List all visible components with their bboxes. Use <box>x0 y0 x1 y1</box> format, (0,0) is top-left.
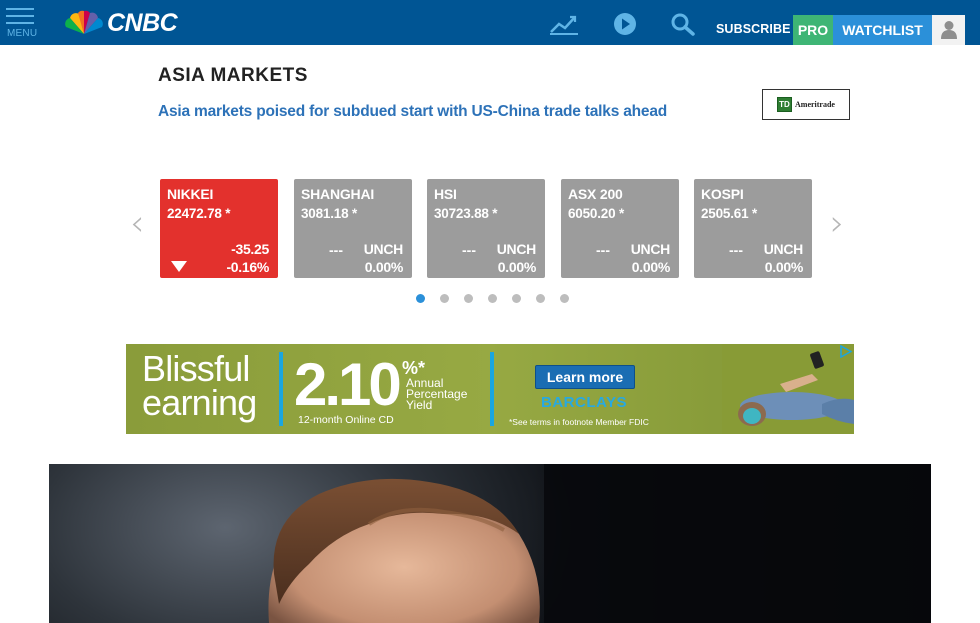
barclays-logo: BARCLAYS <box>541 394 627 411</box>
menu-label: MENU <box>7 28 38 39</box>
ad-choices-icon[interactable] <box>838 345 852 358</box>
market-name: KOSPI <box>701 186 744 202</box>
market-dash: --- <box>596 242 610 258</box>
barclays-ad-banner[interactable]: Blissful earning 2.10 %* Annual Percenta… <box>126 344 854 434</box>
ad-divider <box>490 352 494 426</box>
hero-portrait-image <box>268 464 931 623</box>
pagination-dot[interactable] <box>512 294 521 303</box>
market-change-percent: 0.00% <box>497 259 537 275</box>
watchlist-button[interactable]: WATCHLIST <box>833 15 932 45</box>
market-change-percent: 0.00% <box>631 259 671 275</box>
ad-term: 12-month Online CD <box>298 414 394 426</box>
ad-headline: Blissful earning <box>142 351 257 423</box>
market-card-kospi[interactable]: KOSPI 2505.61 * --- UNCH 0.00% <box>694 179 812 278</box>
market-dash: --- <box>329 242 343 258</box>
carousel-next-arrow[interactable]: › <box>830 203 844 244</box>
menu-icon-bar <box>6 15 34 17</box>
market-change: UNCH <box>496 241 537 257</box>
brand-wordmark: CNBC <box>107 8 178 37</box>
pagination-dot[interactable] <box>560 294 569 303</box>
sponsor-logo[interactable]: TD Ameritrade <box>762 89 850 120</box>
market-name: ASX 200 <box>568 186 623 202</box>
cnbc-logo[interactable]: CNBC <box>64 8 178 37</box>
ad-terms: *See terms in footnote Member FDIC <box>509 417 649 427</box>
market-dash: --- <box>462 242 476 258</box>
top-nav-bar: MENU CNBC SUBSCRIBE › PRO WATCHLIST <box>0 0 980 45</box>
market-dash: --- <box>729 242 743 258</box>
market-value: 6050.20 * <box>568 206 625 221</box>
search-icon[interactable] <box>670 12 700 36</box>
market-value: 22472.78 * <box>167 206 231 221</box>
market-change: UNCH <box>363 241 404 257</box>
section-title: ASIA MARKETS <box>158 65 308 86</box>
cnbc-peacock-logo <box>65 10 103 34</box>
ad-divider <box>279 352 283 426</box>
market-change: -35.25 <box>231 241 269 257</box>
market-name: HSI <box>434 186 457 202</box>
menu-icon-bar <box>6 22 34 24</box>
ad-learn-more-button[interactable]: Learn more <box>535 365 635 389</box>
menu-icon <box>6 8 34 10</box>
pagination-dot[interactable] <box>464 294 473 303</box>
ad-rate: 2.10 <box>294 351 402 418</box>
pagination-dot[interactable] <box>488 294 497 303</box>
market-value: 2505.61 * <box>701 206 758 221</box>
market-card-shanghai[interactable]: SHANGHAI 3081.18 * --- UNCH 0.00% <box>294 179 412 278</box>
market-change: UNCH <box>630 241 671 257</box>
market-change-percent: 0.00% <box>764 259 804 275</box>
menu-button[interactable]: MENU <box>6 8 38 40</box>
market-card-hsi[interactable]: HSI 30723.88 * --- UNCH 0.00% <box>427 179 545 278</box>
sponsor-name: Ameritrade <box>795 100 835 109</box>
market-name: SHANGHAI <box>301 186 375 202</box>
market-card-asx-200[interactable]: ASX 200 6050.20 * --- UNCH 0.00% <box>561 179 679 278</box>
chart-icon[interactable] <box>549 12 579 36</box>
market-name: NIKKEI <box>167 186 214 202</box>
td-logo-mark: TD <box>777 97 792 112</box>
ad-headline-line2: earning <box>142 382 257 423</box>
pro-button[interactable]: PRO <box>793 15 833 45</box>
carousel-prev-arrow[interactable]: ‹ <box>130 203 144 244</box>
user-icon <box>940 21 957 39</box>
ad-person-image <box>722 344 854 434</box>
play-icon[interactable] <box>612 12 642 36</box>
pagination-dot[interactable] <box>440 294 449 303</box>
ad-rate-description: Annual Percentage Yield <box>406 376 468 412</box>
user-account-button[interactable] <box>932 15 965 45</box>
market-change: UNCH <box>763 241 804 257</box>
market-value: 3081.18 * <box>301 206 358 221</box>
pagination-dot[interactable] <box>536 294 545 303</box>
market-value: 30723.88 * <box>434 206 498 221</box>
carousel-pagination <box>416 294 584 303</box>
down-arrow-icon <box>171 261 187 272</box>
market-card-nikkei[interactable]: NIKKEI 22472.78 * -35.25 -0.16% <box>160 179 278 278</box>
subscribe-link[interactable]: SUBSCRIBE › <box>716 22 798 36</box>
hero-photo[interactable] <box>49 464 931 623</box>
pagination-dot[interactable] <box>416 294 425 303</box>
market-change-percent: -0.16% <box>226 259 269 275</box>
headline-link[interactable]: Asia markets poised for subdued start wi… <box>158 103 667 121</box>
market-change-percent: 0.00% <box>364 259 404 275</box>
